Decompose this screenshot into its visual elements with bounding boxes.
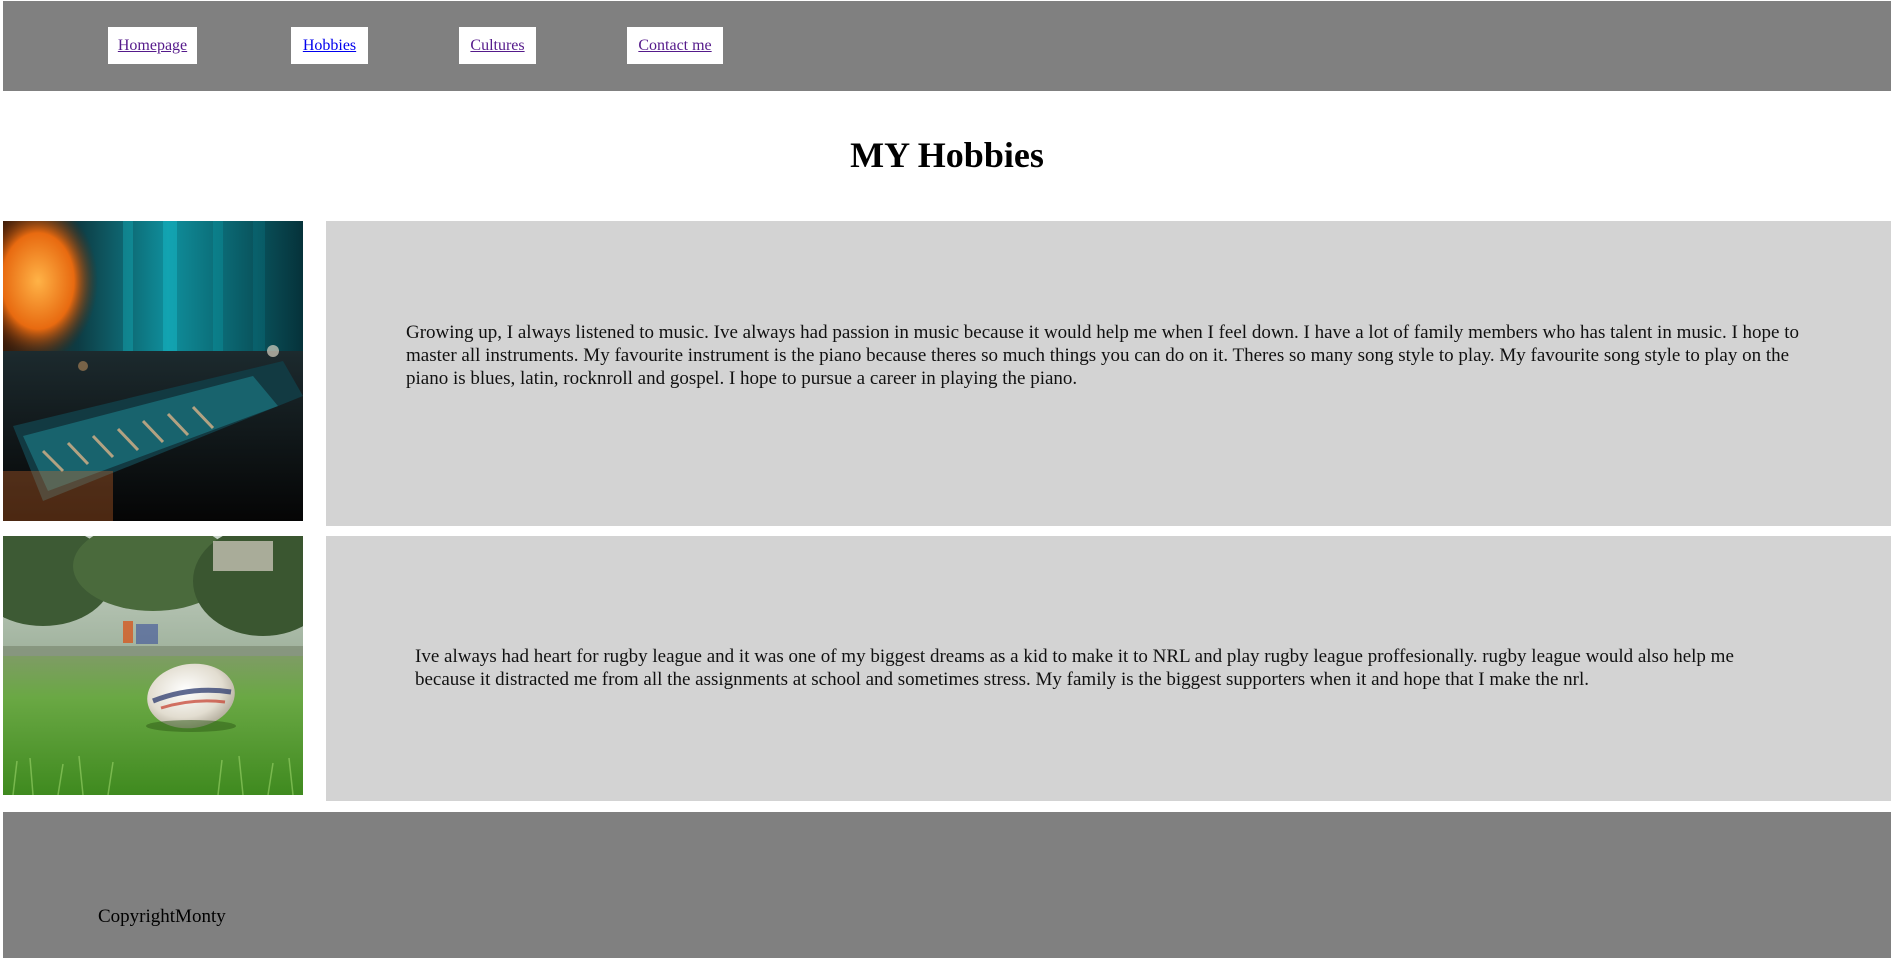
nav-link-contact-me[interactable]: Contact me <box>627 27 723 64</box>
page-title: MY Hobbies <box>850 135 1044 175</box>
music-hobby-panel: Growing up, I always listened to music. … <box>326 221 1891 526</box>
footer: CopyrightMonty <box>3 812 1891 958</box>
rugby-ball-image <box>3 536 303 795</box>
nav-link-cultures[interactable]: Cultures <box>459 27 536 64</box>
rugby-hobby-text: Ive always had heart for rugby league an… <box>415 646 1734 690</box>
music-hobby-text: Growing up, I always listened to music. … <box>406 322 1800 389</box>
page: Homepage Hobbies Cultures Contact me MY … <box>0 0 1894 958</box>
top-navigation: Homepage Hobbies Cultures Contact me <box>3 1 1891 91</box>
nav-link-homepage[interactable]: Homepage <box>108 27 197 64</box>
rugby-hobby-panel: Ive always had heart for rugby league an… <box>326 536 1891 801</box>
piano-keyboard-image <box>3 221 303 521</box>
copyright-text: CopyrightMonty <box>98 906 226 927</box>
nav-link-hobbies[interactable]: Hobbies <box>291 27 368 64</box>
